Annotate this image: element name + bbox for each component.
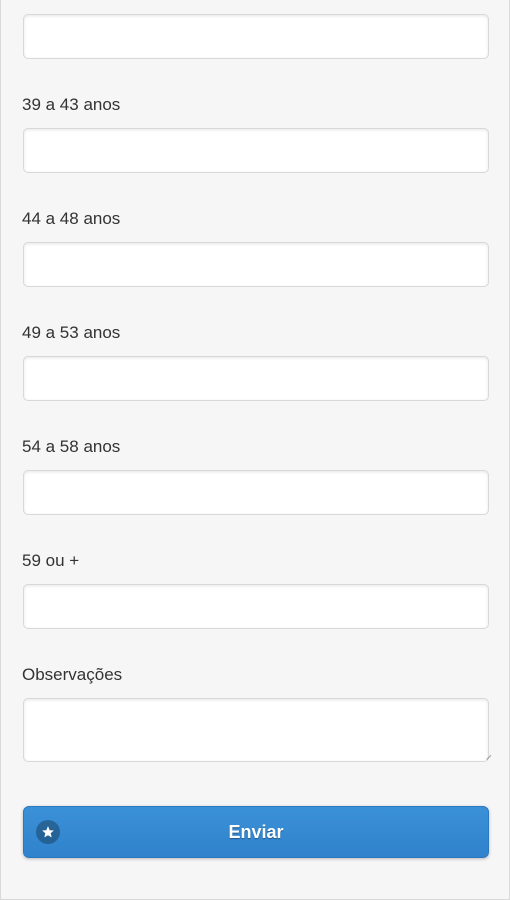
field-label-39-43: 39 a 43 anos [22, 95, 121, 114]
submit-button-label: Enviar [228, 822, 284, 842]
field-label-54-58: 54 a 58 anos [22, 437, 121, 456]
age-49-53-input[interactable] [23, 356, 489, 401]
field-label-59-plus: 59 ou + [22, 551, 80, 570]
notes-label: Observações [22, 665, 123, 684]
previous-age-range-input[interactable] [23, 14, 489, 59]
age-44-48-input[interactable] [23, 242, 489, 287]
notes-textarea[interactable] [23, 698, 489, 762]
age-59-plus-input[interactable] [23, 584, 489, 629]
field-label-49-53: 49 a 53 anos [22, 323, 121, 342]
form-page: 39 a 43 anos 44 a 48 anos 49 a 53 anos 5… [0, 0, 510, 900]
field-label-44-48: 44 a 48 anos [22, 209, 121, 228]
age-39-43-input[interactable] [23, 128, 489, 173]
age-54-58-input[interactable] [23, 470, 489, 515]
submit-button[interactable]: Enviar [23, 806, 489, 858]
